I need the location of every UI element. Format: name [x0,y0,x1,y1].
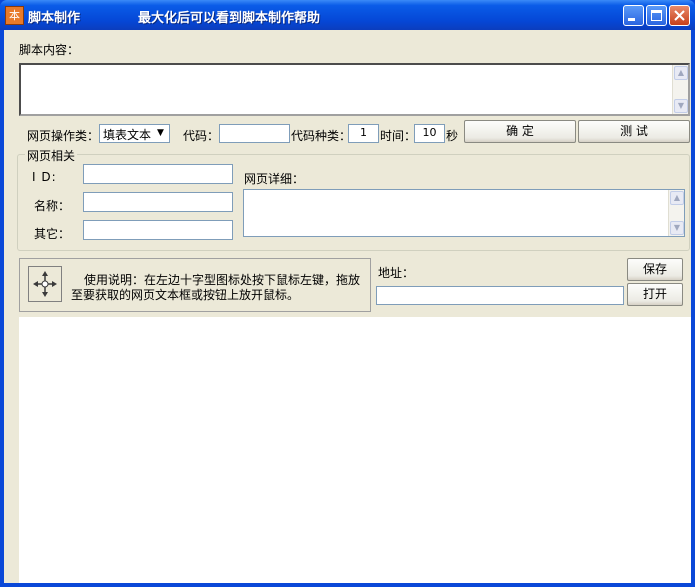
name-input[interactable] [83,192,233,212]
id-label: I D: [32,170,57,184]
scroll-down-icon[interactable]: ▼ [674,99,688,113]
time-value: 10 [422,126,437,139]
other-input[interactable] [83,220,233,240]
code-label: 代码： [183,129,220,143]
window-title: 脚本制作 [28,11,81,26]
client-area: 脚本内容： ▲ ▼ 网页操作类： 填表文本 ▼ 代码： 代码种类： 1 时间： … [4,30,691,583]
crosshair-drag-icon[interactable] [28,266,62,302]
confirm-button[interactable]: 确 定 [464,120,576,143]
time-unit-label: 秒 [446,129,459,143]
operation-type-select[interactable]: 填表文本 ▼ [99,124,170,143]
code-type-value: 1 [360,126,367,139]
code-input[interactable] [219,124,290,143]
other-label: 其它： [34,227,71,241]
time-label: 时间： [380,129,417,143]
close-button[interactable] [669,5,690,26]
minimize-icon [628,18,635,21]
web-detail-textarea[interactable]: ▲ ▼ [243,189,685,237]
code-type-input[interactable]: 1 [348,124,379,143]
code-type-label: 代码种类： [291,129,352,143]
chevron-down-icon: ▼ [157,128,164,138]
script-content-scrollbar[interactable]: ▲ ▼ [672,65,688,114]
script-content-label: 脚本内容： [19,43,80,57]
web-related-group-title: 网页相关 [25,147,78,164]
scroll-down-icon[interactable]: ▼ [670,221,684,235]
maximize-icon [651,10,662,21]
time-input[interactable]: 10 [414,124,445,143]
script-maker-window: 本 脚本制作 最大化后可以看到脚本制作帮助 脚本内容： ▲ ▼ 网页操作类： 填… [0,0,695,587]
save-button[interactable]: 保存 [627,258,683,281]
address-input[interactable] [376,286,624,305]
script-content-textarea[interactable]: ▲ ▼ [19,63,690,116]
title-bar[interactable]: 本 脚本制作 最大化后可以看到脚本制作帮助 [0,0,695,30]
operation-type-label: 网页操作类： [27,129,100,143]
id-input[interactable] [83,164,233,184]
web-detail-label: 网页详细： [244,172,305,186]
close-icon [674,10,685,21]
crosshair-icon [33,271,57,297]
web-detail-scrollbar[interactable]: ▲ ▼ [668,190,684,236]
script-icon: 本 [5,6,24,25]
address-label: 地址： [378,266,415,280]
maximize-button[interactable] [646,5,667,26]
instructions-line2: 至要获取的网页文本框或按钮上放开鼠标。 [71,288,300,302]
help-area [19,317,691,583]
scroll-up-icon[interactable]: ▲ [670,191,684,205]
instructions-panel: 使用说明：在左边十字型图标处按下鼠标左键，拖放 至要获取的网页文本框或按钮上放开… [19,258,371,312]
open-button[interactable]: 打开 [627,283,683,306]
operation-type-value: 填表文本 [103,128,152,142]
window-subtitle: 最大化后可以看到脚本制作帮助 [138,11,321,26]
minimize-button[interactable] [623,5,644,26]
scroll-up-icon[interactable]: ▲ [674,66,688,80]
test-button[interactable]: 测 试 [578,120,690,143]
name-label: 名称： [34,199,71,213]
